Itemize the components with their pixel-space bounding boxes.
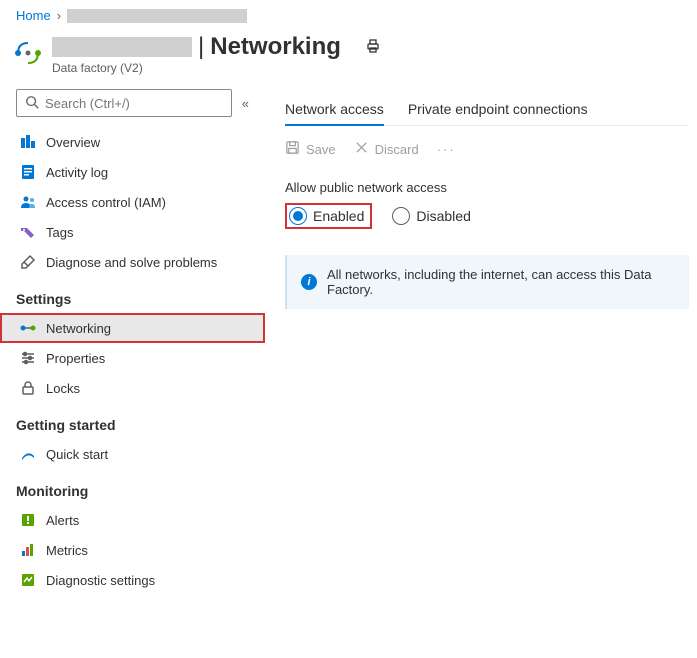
tab-private-endpoint[interactable]: Private endpoint connections [408, 95, 588, 125]
discard-button[interactable]: Discard [354, 140, 419, 158]
activity-log-icon [20, 164, 36, 180]
radio-unchecked-icon [392, 207, 410, 225]
nav-locks[interactable]: Locks [0, 373, 265, 403]
nav-label: Networking [46, 321, 111, 336]
section-settings: Settings [0, 277, 265, 313]
nav-activity-log[interactable]: Activity log [0, 157, 265, 187]
section-monitoring: Monitoring [0, 469, 265, 505]
nav-label: Alerts [46, 513, 79, 528]
radio-checked-icon [289, 207, 307, 225]
nav-label: Quick start [46, 447, 108, 462]
save-icon [285, 140, 300, 158]
radio-disabled[interactable]: Disabled [390, 205, 472, 227]
nav-access-control[interactable]: Access control (IAM) [0, 187, 265, 217]
tags-icon [20, 224, 36, 240]
search-icon [25, 95, 39, 112]
access-control-icon [20, 194, 36, 210]
main-content: Network access Private endpoint connecti… [265, 81, 697, 603]
diagnostic-settings-icon [20, 572, 36, 588]
alerts-icon [20, 512, 36, 528]
public-access-radio-group: Enabled Disabled [285, 203, 689, 229]
nav-label: Diagnostic settings [46, 573, 155, 588]
nav-label: Metrics [46, 543, 88, 558]
breadcrumb-home[interactable]: Home [16, 8, 51, 23]
radio-label: Enabled [313, 208, 364, 224]
print-icon[interactable] [365, 38, 381, 57]
nav-metrics[interactable]: Metrics [0, 535, 265, 565]
nav-label: Activity log [46, 165, 108, 180]
breadcrumb: Home › [0, 0, 697, 27]
info-text: All networks, including the internet, ca… [327, 267, 675, 297]
nav-overview[interactable]: Overview [0, 127, 265, 157]
breadcrumb-redacted [67, 9, 247, 23]
metrics-icon [20, 542, 36, 558]
more-icon: ··· [437, 142, 456, 157]
section-getting-started: Getting started [0, 403, 265, 439]
more-menu[interactable]: ··· [437, 142, 456, 157]
nav-label: Locks [46, 381, 80, 396]
overview-icon [20, 134, 36, 150]
save-button[interactable]: Save [285, 140, 336, 158]
nav-label: Properties [46, 351, 105, 366]
data-factory-icon [14, 39, 42, 70]
search-box[interactable] [16, 89, 232, 117]
nav-label: Diagnose and solve problems [46, 255, 217, 270]
diagnose-icon [20, 254, 36, 270]
search-input[interactable] [45, 96, 223, 111]
resource-name-redacted [52, 37, 192, 57]
resource-type-label: Data factory (V2) [52, 61, 381, 75]
nav-properties[interactable]: Properties [0, 343, 265, 373]
page-header: | Networking Data factory (V2) [0, 27, 697, 81]
sidebar: « Overview Activity log Access control (… [0, 81, 265, 603]
radio-enabled[interactable]: Enabled [285, 203, 372, 229]
chevron-right-icon: › [57, 8, 61, 23]
allow-public-label: Allow public network access [285, 180, 689, 195]
radio-label: Disabled [416, 208, 470, 224]
header-separator: | [198, 33, 204, 61]
nav-label: Overview [46, 135, 100, 150]
page-title: Networking [210, 33, 341, 61]
collapse-sidebar-icon[interactable]: « [238, 92, 253, 115]
networking-icon [20, 320, 36, 336]
discard-icon [354, 140, 369, 158]
info-icon: i [301, 274, 317, 290]
nav-quick-start[interactable]: Quick start [0, 439, 265, 469]
tab-bar: Network access Private endpoint connecti… [285, 95, 689, 126]
nav-diagnostic-settings[interactable]: Diagnostic settings [0, 565, 265, 595]
discard-label: Discard [375, 142, 419, 157]
save-label: Save [306, 142, 336, 157]
tab-network-access[interactable]: Network access [285, 95, 384, 125]
quick-start-icon [20, 446, 36, 462]
nav-label: Tags [46, 225, 73, 240]
nav-alerts[interactable]: Alerts [0, 505, 265, 535]
info-banner: i All networks, including the internet, … [285, 255, 689, 309]
nav-tags[interactable]: Tags [0, 217, 265, 247]
nav-networking[interactable]: Networking [0, 313, 265, 343]
nav-diagnose[interactable]: Diagnose and solve problems [0, 247, 265, 277]
lock-icon [20, 380, 36, 396]
nav-label: Access control (IAM) [46, 195, 166, 210]
command-bar: Save Discard ··· [285, 140, 689, 158]
properties-icon [20, 350, 36, 366]
